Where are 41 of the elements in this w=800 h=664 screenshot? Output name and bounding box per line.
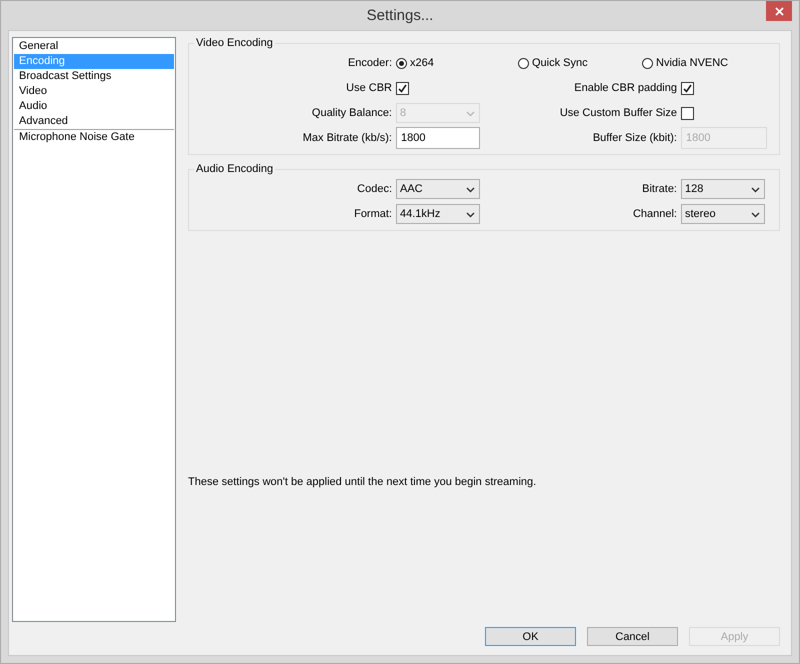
dialog-button[interactable]: Cancel xyxy=(587,627,678,646)
close-icon xyxy=(774,6,784,16)
category-item[interactable]: Microphone Noise Gate xyxy=(14,130,174,145)
checkbox-label: Enable CBR padding xyxy=(573,82,677,94)
field-label: Bitrate: xyxy=(641,183,677,195)
window-title: Settings... xyxy=(366,7,434,24)
caret-icon xyxy=(466,212,475,218)
category-item[interactable]: Audio xyxy=(14,99,174,114)
radio-button[interactable]: x264 xyxy=(396,57,518,69)
checkbox-label: Use CBR xyxy=(345,82,392,94)
field-label: Format: xyxy=(353,208,392,220)
checkbox-label: Use Custom Buffer Size xyxy=(558,107,677,119)
dropdown[interactable]: stereo xyxy=(681,204,765,224)
field-label: Buffer Size (kbit): xyxy=(592,132,677,144)
field-label: Codec: xyxy=(356,183,392,195)
group-title: Video Encoding xyxy=(195,37,274,49)
field-label: Encoder: xyxy=(346,57,392,69)
field-label: Quality Balance: xyxy=(310,107,392,119)
caret-icon xyxy=(466,111,475,117)
group-title: Audio Encoding xyxy=(195,163,274,175)
checkbox[interactable] xyxy=(681,82,694,94)
bitrate-field[interactable]: 1800 xyxy=(396,127,480,149)
close-button[interactable] xyxy=(766,1,792,21)
caret-icon xyxy=(751,187,760,193)
category-item[interactable]: Advanced xyxy=(14,114,174,129)
caret-icon xyxy=(466,187,475,193)
caret-icon xyxy=(751,212,760,218)
dropdown[interactable]: 44.1kHz xyxy=(396,204,480,224)
field-label: Channel: xyxy=(632,208,677,220)
checkbox[interactable] xyxy=(681,106,694,120)
radio-button[interactable]: Nvidia NVENC xyxy=(642,57,728,69)
category-item[interactable]: Video xyxy=(14,84,174,99)
dialog-button[interactable]: OK xyxy=(485,627,576,646)
dropdown[interactable]: 128 xyxy=(681,179,765,199)
category-item[interactable]: General xyxy=(14,39,174,54)
radio-button[interactable]: Quick Sync xyxy=(518,57,642,69)
info-text: These settings won't be applied until the next time you begin streaming. xyxy=(188,476,538,488)
category-item[interactable]: Broadcast Settings xyxy=(14,69,174,84)
field-label: Max Bitrate (kb/s): xyxy=(302,132,392,144)
checkbox[interactable] xyxy=(396,82,409,94)
dropdown[interactable]: AAC xyxy=(396,179,480,199)
